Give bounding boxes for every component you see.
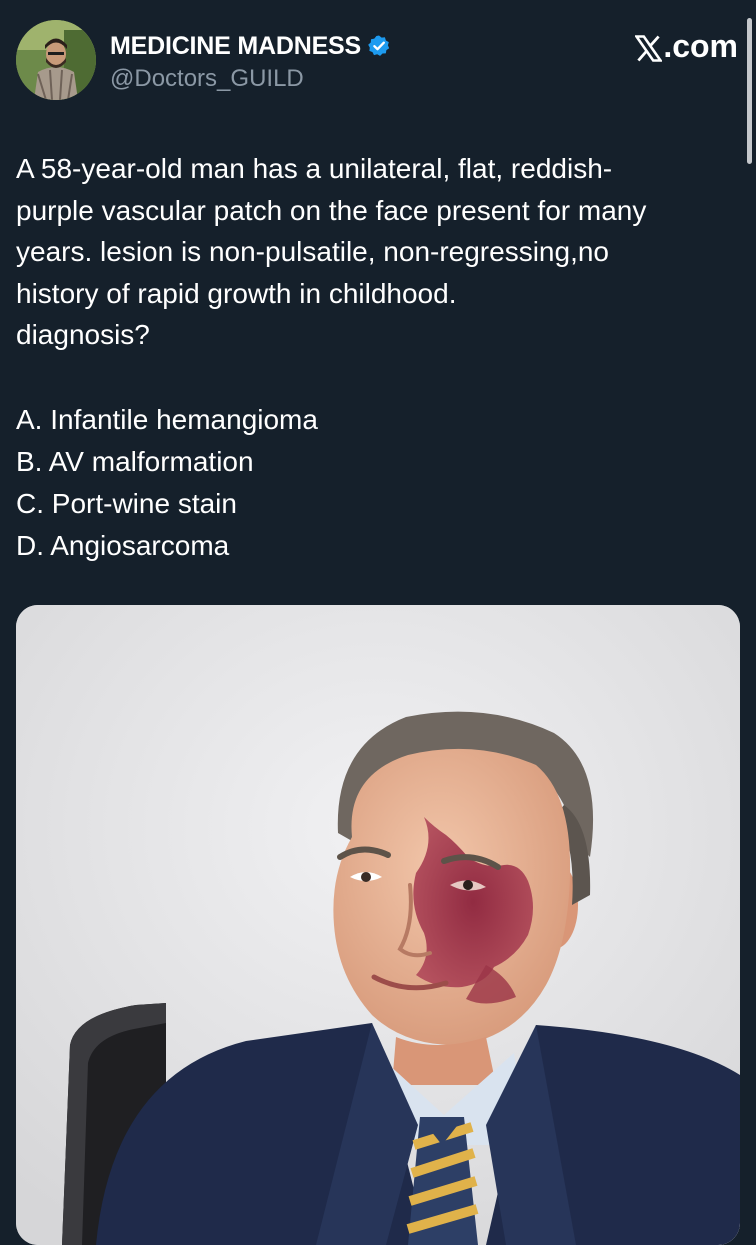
post-image[interactable] xyxy=(16,605,740,1245)
option-b: B. AV malformation xyxy=(16,446,254,477)
post-text-line: history of rapid growth in childhood. xyxy=(16,277,457,309)
scrollbar[interactable] xyxy=(747,18,752,164)
tweet-header: MEDICINE MADNESS @Doctors_GUILD .com xyxy=(16,20,740,102)
patient-photo-illustration xyxy=(16,605,740,1245)
post-text-line: purple vascular patch on the face presen… xyxy=(16,194,647,226)
avatar[interactable] xyxy=(16,20,96,100)
post-text: A 58-year-old man has a unilateral, flat… xyxy=(16,148,716,356)
author-info: MEDICINE MADNESS @Doctors_GUILD xyxy=(110,29,391,93)
option-a: A. Infantile hemangioma xyxy=(16,404,318,435)
answer-options: A. Infantile hemangioma B. AV malformati… xyxy=(16,399,318,567)
brand-watermark: .com xyxy=(634,28,738,65)
option-d: D. Angiosarcoma xyxy=(16,530,230,561)
tweet-card: MEDICINE MADNESS @Doctors_GUILD .com A 5… xyxy=(0,0,756,1245)
author-handle[interactable]: @Doctors_GUILD xyxy=(110,65,391,93)
display-name-row: MEDICINE MADNESS xyxy=(110,29,391,63)
display-name[interactable]: MEDICINE MADNESS xyxy=(110,32,361,61)
verified-badge-icon xyxy=(367,34,391,58)
x-logo-icon xyxy=(634,33,664,62)
brand-label: .com xyxy=(663,28,738,64)
post-text-line: diagnosis? xyxy=(16,319,150,350)
post-text-line: years. lesion is non-pulsatile, non-regr… xyxy=(16,236,609,267)
avatar-image xyxy=(16,20,96,100)
post-text-line: A 58-year-old man has a unilateral, flat… xyxy=(16,153,613,184)
option-c: C. Port-wine stain xyxy=(16,488,237,519)
